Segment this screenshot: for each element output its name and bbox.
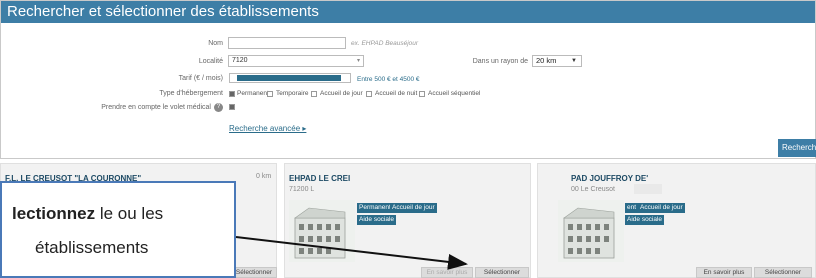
- arrow-line: [235, 236, 468, 270]
- arrow-annotation: [235, 236, 468, 270]
